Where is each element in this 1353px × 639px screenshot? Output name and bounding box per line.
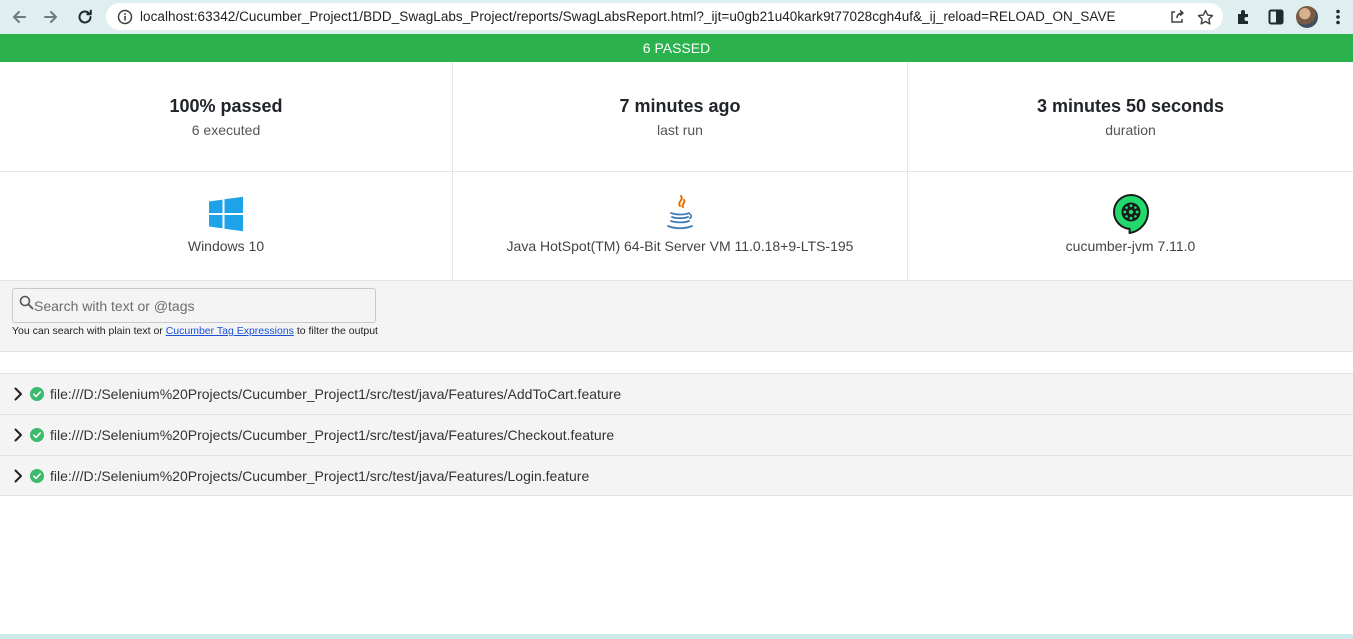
share-icon[interactable] (1167, 7, 1187, 27)
feature-path[interactable]: file:///D:/Selenium%20Projects/Cucumber_… (50, 386, 621, 402)
kebab-menu-icon[interactable] (1326, 4, 1350, 30)
check-circle-icon (30, 387, 44, 401)
stat-last-run-value: 7 minutes ago (619, 96, 741, 116)
feature-list: file:///D:/Selenium%20Projects/Cucumber_… (0, 373, 1353, 496)
avatar[interactable] (1296, 6, 1318, 28)
extensions-icon[interactable] (1232, 4, 1256, 30)
stat-passed-label: 6 executed (191, 122, 261, 138)
feature-path[interactable]: file:///D:/Selenium%20Projects/Cucumber_… (50, 427, 614, 443)
search-input[interactable] (34, 297, 364, 314)
status-label: 6 PASSED (642, 40, 711, 56)
stat-passed-value: 100% passed (169, 96, 283, 116)
stat-last-run: 7 minutes ago last run (453, 62, 908, 171)
environment-info: Windows 10 Java HotSpot(TM) 64-Bit Serve… (0, 172, 1353, 281)
env-runtime-label: Java HotSpot(TM) 64-Bit Server VM 11.0.1… (506, 238, 854, 254)
search-help-suffix: to filter the output (293, 325, 378, 337)
stat-duration-label: duration (1105, 122, 1156, 138)
tag-expressions-link[interactable]: Cucumber Tag Expressions (166, 325, 294, 337)
check-circle-icon (30, 428, 44, 442)
check-circle-icon (30, 468, 44, 483)
feature-row[interactable]: file:///D:/Selenium%20Projects/Cucumber_… (0, 455, 1353, 496)
summary-stats: 100% passed 6 executed 7 minutes ago las… (0, 62, 1353, 172)
star-icon[interactable] (1195, 7, 1215, 27)
stat-passed: 100% passed 6 executed (0, 62, 453, 171)
address-url[interactable]: localhost:63342/Cucumber_Project1/BDD_Sw… (140, 9, 1140, 24)
env-tool-label: cucumber-jvm 7.11.0 (1065, 238, 1196, 254)
stat-duration: 3 minutes 50 seconds duration (908, 62, 1353, 171)
cucumber-icon (1112, 194, 1149, 234)
reload-icon[interactable] (70, 2, 100, 32)
feature-path[interactable]: file:///D:/Selenium%20Projects/Cucumber_… (50, 468, 589, 484)
java-icon (665, 194, 695, 234)
windows-icon (208, 194, 244, 234)
feature-row[interactable]: file:///D:/Selenium%20Projects/Cucumber_… (0, 373, 1353, 414)
chevron-right-icon[interactable] (12, 387, 24, 401)
feature-row[interactable]: file:///D:/Selenium%20Projects/Cucumber_… (0, 414, 1353, 455)
env-os-label: Windows 10 (187, 238, 265, 254)
env-runtime: Java HotSpot(TM) 64-Bit Server VM 11.0.1… (453, 172, 908, 280)
bottom-border (0, 634, 1353, 639)
env-os: Windows 10 (0, 172, 453, 280)
search-icon (18, 295, 34, 311)
info-icon[interactable] (116, 8, 134, 26)
address-bar[interactable]: localhost:63342/Cucumber_Project1/BDD_Sw… (106, 3, 1223, 30)
stat-duration-value: 3 minutes 50 seconds (1036, 96, 1225, 116)
env-tool: cucumber-jvm 7.11.0 (908, 172, 1353, 280)
chevron-right-icon[interactable] (12, 428, 24, 442)
search-panel: You can search with plain text or Cucumb… (0, 281, 1353, 352)
back-arrow-icon[interactable] (4, 2, 34, 32)
search-box[interactable] (12, 288, 376, 323)
stat-last-run-label: last run (657, 122, 703, 138)
side-panel-icon[interactable] (1264, 4, 1288, 30)
search-help-text: You can search with plain text or Cucumb… (12, 325, 378, 337)
forward-arrow-icon[interactable] (36, 2, 66, 32)
chevron-right-icon[interactable] (12, 469, 24, 483)
status-bar: 6 PASSED (0, 34, 1353, 62)
search-help-prefix: You can search with plain text or (12, 325, 166, 337)
browser-toolbar: localhost:63342/Cucumber_Project1/BDD_Sw… (0, 0, 1353, 34)
